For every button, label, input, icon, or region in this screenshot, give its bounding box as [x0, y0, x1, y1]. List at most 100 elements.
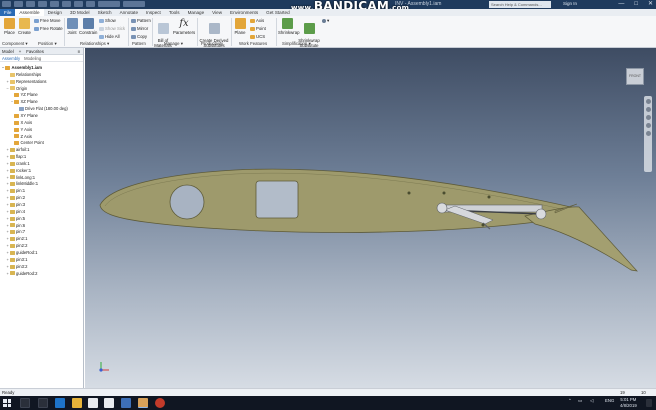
- shrinkwrap-button[interactable]: Shrinkwrap: [278, 18, 300, 35]
- axis-icon: [14, 127, 19, 132]
- full-navigation-wheel-icon[interactable]: [645, 99, 651, 104]
- material-dropdown[interactable]: [98, 1, 120, 7]
- notifications-icon[interactable]: [646, 399, 652, 407]
- copy-button[interactable]: Copy: [131, 34, 147, 39]
- tab-inspect[interactable]: Inspect: [142, 9, 165, 16]
- axis-icon: [14, 134, 19, 139]
- show-sick-button[interactable]: Show Sick: [99, 26, 125, 31]
- tray-overflow-icon[interactable]: ⌃: [568, 398, 572, 404]
- edge-browser-icon[interactable]: [55, 398, 65, 408]
- tree-node-label: Origin: [16, 85, 28, 91]
- axis-button[interactable]: Axis: [250, 18, 264, 23]
- tab-view[interactable]: View: [208, 9, 226, 16]
- part-icon: [9, 209, 15, 214]
- add-browser-tab-button[interactable]: +: [19, 48, 22, 54]
- show-button[interactable]: Show: [99, 18, 116, 23]
- group-productivity: Productivity: [201, 41, 224, 46]
- tab-environments[interactable]: Environments: [226, 9, 262, 16]
- small-pin-1: [407, 191, 411, 195]
- group-simplification[interactable]: Simplification ▾: [282, 41, 311, 47]
- save-icon[interactable]: [38, 1, 47, 7]
- orbit-icon[interactable]: [645, 123, 651, 128]
- appearance-dropdown[interactable]: [123, 1, 145, 7]
- tab-get-started[interactable]: Get Started: [262, 9, 294, 16]
- ribbon-options-dropdown[interactable]: ▾: [322, 18, 329, 24]
- parameters-button[interactable]: fx Parameters: [173, 18, 195, 35]
- maximize-button[interactable]: □: [634, 0, 638, 9]
- bandicam-taskbar-icon[interactable]: [155, 398, 165, 408]
- point-icon: [14, 141, 19, 146]
- mirror-button[interactable]: Mirror: [131, 26, 148, 31]
- browser-menu-icon[interactable]: ≡: [77, 48, 80, 54]
- pattern-icon: [131, 18, 136, 23]
- tab-model[interactable]: Model: [2, 48, 14, 54]
- viewcube[interactable]: FRONT: [626, 68, 644, 85]
- group-position[interactable]: Position ▾: [38, 41, 57, 47]
- word-icon[interactable]: [121, 398, 131, 408]
- tree-node[interactable]: + guideRod:2: [7, 270, 38, 277]
- tab-manage[interactable]: Manage: [184, 9, 209, 16]
- ucs-button[interactable]: UCS: [250, 34, 265, 39]
- update-icon[interactable]: [74, 1, 83, 7]
- graphics-viewport[interactable]: FRONT: [85, 48, 656, 388]
- tab-tools[interactable]: Tools: [165, 9, 184, 16]
- shrinkwrap-icon: [281, 18, 293, 29]
- open-icon[interactable]: [26, 1, 35, 7]
- group-component[interactable]: Component ▾: [2, 41, 28, 47]
- network-icon[interactable]: ▭: [578, 398, 582, 404]
- tab-favorites[interactable]: Favorites: [26, 48, 44, 54]
- free-move-button[interactable]: Free Move: [34, 18, 61, 23]
- pan-icon[interactable]: [645, 107, 651, 112]
- windows-start-icon[interactable]: [3, 399, 11, 407]
- help-search-input[interactable]: Search Help & Commands...: [489, 1, 551, 8]
- task-view-icon[interactable]: [38, 398, 48, 408]
- search-icon[interactable]: [20, 398, 30, 408]
- group-work-features: Work Features: [239, 41, 268, 46]
- close-button[interactable]: ✕: [648, 0, 653, 9]
- mail-icon[interactable]: [104, 398, 114, 408]
- language-indicator[interactable]: ENG: [605, 398, 614, 403]
- point-button[interactable]: Point: [250, 26, 266, 31]
- joint-button[interactable]: Joint: [66, 18, 78, 35]
- zoom-icon[interactable]: [645, 115, 651, 120]
- part-icon: [9, 264, 15, 269]
- look-at-icon[interactable]: [645, 131, 651, 136]
- hide-all-button[interactable]: Hide All: [99, 34, 120, 39]
- sign-in-link[interactable]: Sign In: [563, 1, 577, 6]
- constrain-button[interactable]: Constrain: [79, 18, 97, 35]
- undo-icon[interactable]: [50, 1, 59, 7]
- tree-node-label: pin3:2: [16, 263, 28, 269]
- plane-button[interactable]: Plane: [233, 18, 247, 35]
- tab-3d-model[interactable]: 3D Model: [66, 9, 94, 16]
- app-menu-icon[interactable]: [2, 1, 11, 7]
- part-icon: [9, 257, 15, 262]
- subtab-assembly[interactable]: Assembly: [2, 55, 20, 61]
- tab-design[interactable]: Design: [44, 9, 66, 16]
- tab-assemble[interactable]: Assemble: [15, 9, 44, 16]
- redo-icon[interactable]: [62, 1, 71, 7]
- new-icon[interactable]: [14, 1, 23, 7]
- place-button[interactable]: Place: [3, 18, 16, 35]
- group-manage[interactable]: Manage ▾: [164, 41, 183, 47]
- file-explorer-icon[interactable]: [72, 398, 82, 408]
- store-icon[interactable]: [88, 398, 98, 408]
- navigation-bar[interactable]: [644, 96, 652, 172]
- tab-file[interactable]: File: [0, 9, 16, 16]
- part-icon: [9, 161, 15, 166]
- subtab-modeling[interactable]: Modeling: [24, 55, 41, 61]
- select-icon[interactable]: [86, 1, 95, 7]
- inventor-taskbar-icon[interactable]: [138, 398, 148, 408]
- clock[interactable]: 5:01 PM 4/8/2019: [620, 397, 637, 408]
- tree-node-label: pin:6: [16, 222, 26, 228]
- tab-annotate[interactable]: Annotate: [116, 9, 142, 16]
- create-button[interactable]: Create: [17, 18, 32, 35]
- tree-node-label: Assembly1.iam: [11, 65, 43, 70]
- minimize-button[interactable]: —: [618, 0, 624, 9]
- part-icon: [9, 271, 15, 276]
- ribbon-tabs: File Assemble Design 3D Model Sketch Ann…: [0, 9, 656, 16]
- tab-sketch[interactable]: Sketch: [94, 9, 116, 16]
- pattern-button[interactable]: Pattern: [131, 18, 151, 23]
- group-relationships[interactable]: Relationships ▾: [80, 41, 109, 47]
- volume-icon[interactable]: ◁: [590, 398, 593, 404]
- free-rotate-button[interactable]: Free Rotate: [34, 26, 63, 31]
